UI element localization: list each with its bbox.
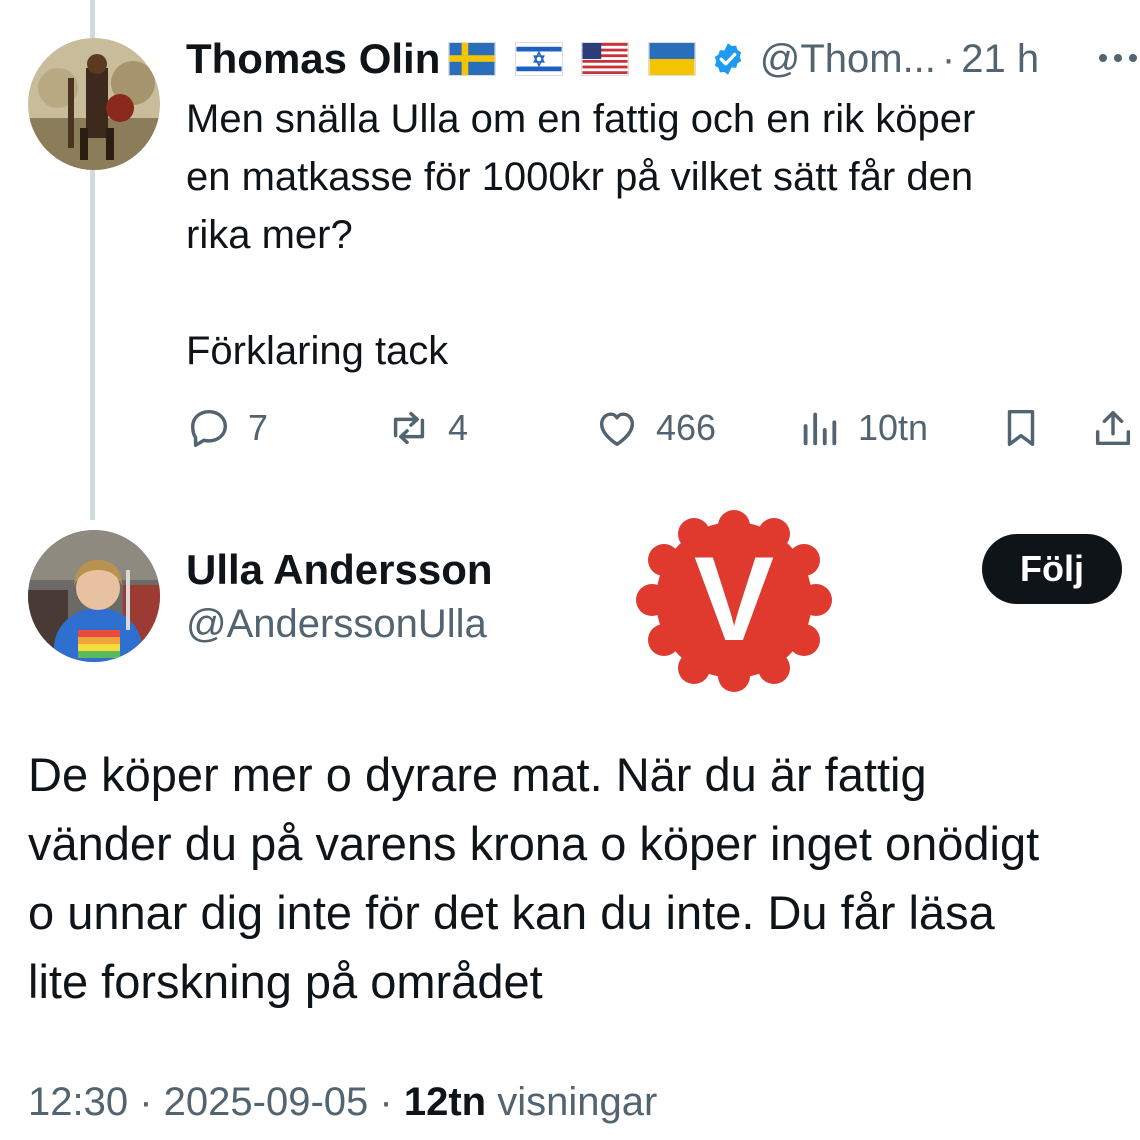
party-logo-letter: V: [694, 532, 774, 666]
tweet-time[interactable]: 21 h: [961, 37, 1039, 82]
more-icon[interactable]: [1098, 52, 1138, 64]
bookmark-button[interactable]: [998, 400, 1060, 456]
reply-text: De köper mer o dyrare mat. När du är fat…: [28, 748, 1040, 1008]
tweet-footer: 12:30 · 2025-09-05 · 12tn visningar: [28, 1080, 657, 1125]
tweet-header: Thomas Olin @Thom... · 21 h: [186, 34, 1039, 84]
reply-icon: [190, 409, 228, 447]
views-count: 10tn: [858, 407, 929, 448]
verified-badge-icon: [714, 43, 741, 75]
like-button[interactable]: 466: [594, 400, 716, 456]
post-views-count: 12tn: [403, 1080, 487, 1124]
reply-count: 7: [248, 407, 269, 448]
footer-separator: ·: [139, 1080, 164, 1124]
views-button[interactable]: 10tn: [796, 400, 928, 456]
flags: [448, 42, 709, 76]
reply-author-handle[interactable]: @AnderssonUlla: [186, 602, 487, 647]
author-name[interactable]: Thomas Olin: [186, 35, 440, 83]
ukraine-flag-icon: [647, 42, 696, 76]
reply-author-name[interactable]: Ulla Andersson: [186, 546, 493, 594]
like-count: 466: [656, 407, 717, 448]
party-logo-icon: V: [636, 510, 832, 692]
author-handle[interactable]: @Thom...: [760, 37, 936, 82]
share-icon: [1095, 410, 1131, 446]
meta-separator: ·: [941, 36, 956, 81]
sweden-flag-icon: [448, 42, 497, 76]
post-date[interactable]: 2025-09-05: [164, 1080, 369, 1124]
post-time[interactable]: 12:30: [28, 1080, 128, 1124]
tweet-text: Men snälla Ulla om en fattig och en rik …: [186, 97, 976, 373]
follow-button[interactable]: Följ: [982, 534, 1122, 604]
avatar-thomas-olin[interactable]: [28, 38, 160, 170]
views-icon: [803, 412, 837, 446]
footer-separator-2: ·: [379, 1080, 404, 1124]
avatar-ulla-andersson[interactable]: [28, 530, 160, 662]
israel-flag-icon: [514, 42, 563, 76]
repost-count: 4: [448, 407, 469, 448]
heart-icon: [599, 412, 635, 447]
reply-button[interactable]: 7: [186, 400, 268, 456]
repost-button[interactable]: 4: [386, 400, 468, 456]
repost-icon: [393, 411, 425, 445]
post-views-label: visningar: [497, 1080, 658, 1124]
share-button[interactable]: [1090, 400, 1140, 456]
bookmark-icon: [1007, 409, 1035, 447]
usa-flag-icon: [581, 42, 630, 76]
